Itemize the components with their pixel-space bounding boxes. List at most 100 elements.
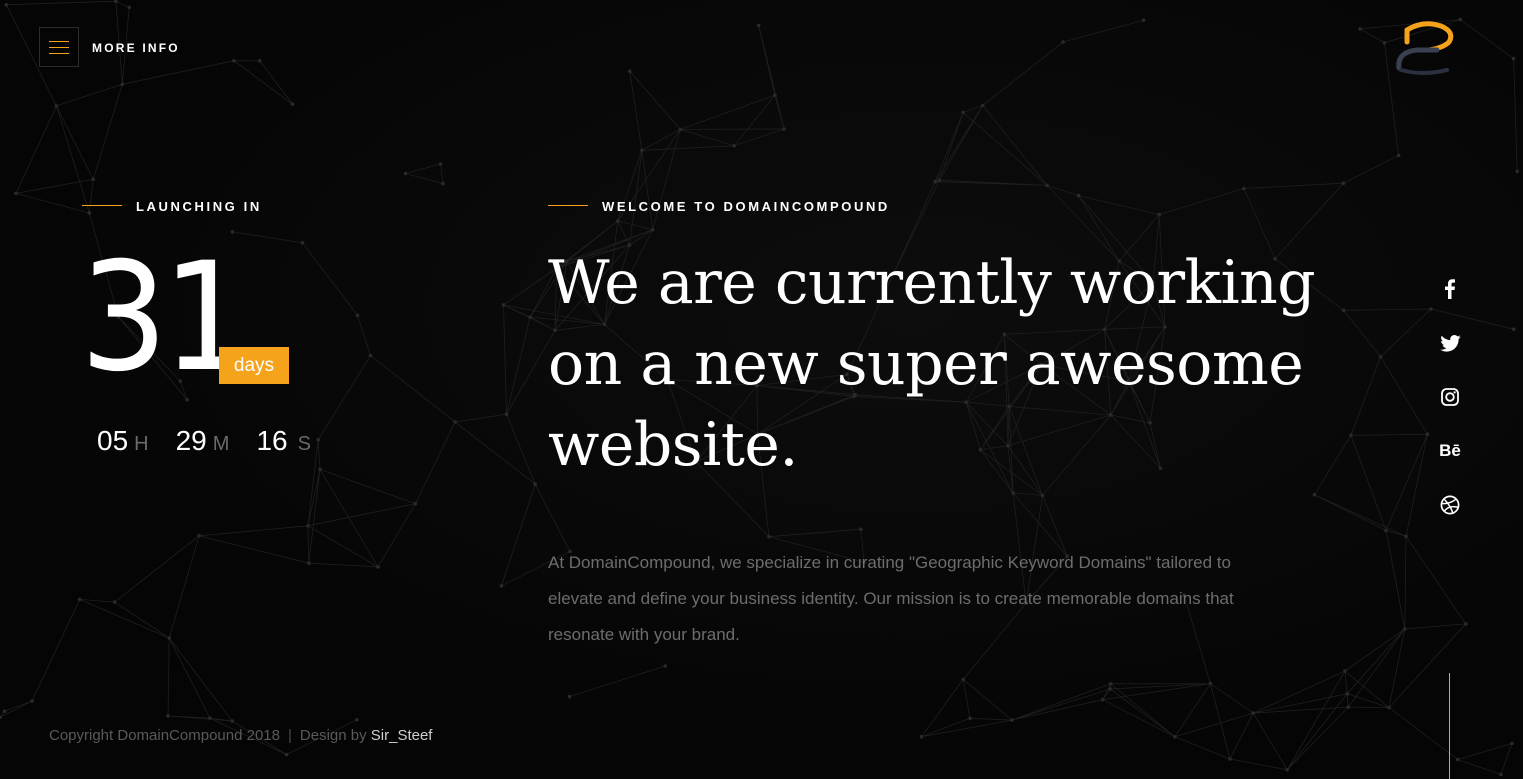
network-node — [663, 664, 668, 668]
network-node — [403, 171, 408, 176]
network-node — [30, 699, 34, 703]
network-node — [1242, 186, 1246, 191]
network-node — [91, 177, 95, 182]
launching-label: LAUNCHING IN — [136, 199, 262, 214]
network-node — [0, 715, 2, 720]
welcome-label: WELCOME TO DOMAINCOMPOUND — [602, 199, 890, 214]
coming-soon-page: MORE INFO LAUNCHING IN 31 days 05 H 29 M… — [0, 0, 1523, 779]
network-node — [732, 144, 736, 148]
network-node — [1510, 741, 1514, 746]
days-badge: days — [219, 347, 289, 384]
network-node — [773, 93, 777, 97]
network-node — [1378, 354, 1383, 359]
network-node — [112, 600, 117, 604]
network-node — [1157, 212, 1161, 217]
network-node — [1346, 705, 1350, 709]
network-node — [937, 178, 942, 182]
countdown-hours: 05 H — [97, 425, 149, 457]
minutes-value: 29 — [175, 425, 207, 456]
network-node — [504, 412, 509, 417]
menu-button[interactable] — [39, 27, 79, 67]
facebook-link[interactable] — [1436, 262, 1464, 316]
network-node — [1228, 757, 1232, 761]
network-node — [166, 714, 170, 718]
network-node — [438, 162, 443, 166]
network-node — [257, 59, 262, 63]
hamburger-icon-line — [49, 46, 69, 48]
launching-eyebrow: LAUNCHING IN — [82, 199, 262, 214]
network-node — [767, 534, 771, 539]
dribbble-link[interactable] — [1436, 478, 1464, 532]
hours-value: 05 — [97, 425, 129, 456]
network-node — [120, 82, 125, 87]
behance-icon: Bē — [1439, 441, 1461, 460]
hours-letter: H — [134, 433, 149, 455]
network-node — [1141, 18, 1146, 23]
copyright-text: Copyright DomainCompound 2018 — [49, 727, 280, 744]
network-node — [307, 561, 311, 565]
network-node — [1343, 669, 1347, 673]
footer: Copyright DomainCompound 2018 | Design by … — [49, 727, 432, 744]
network-node — [1345, 692, 1349, 696]
network-node — [114, 0, 118, 3]
network-node — [1108, 682, 1113, 686]
accent-dash — [548, 205, 588, 207]
seconds-letter: S — [297, 433, 311, 455]
network-node — [980, 103, 985, 108]
network-node — [1251, 711, 1255, 715]
twitter-link[interactable] — [1436, 316, 1464, 370]
network-node — [318, 467, 322, 472]
network-node — [961, 110, 965, 115]
network-node — [1499, 772, 1503, 777]
network-node — [290, 102, 295, 106]
network-node — [306, 524, 310, 528]
network-node — [230, 719, 234, 723]
network-node — [756, 23, 761, 28]
network-node — [355, 313, 360, 318]
network-node — [501, 303, 506, 307]
network-node — [167, 636, 171, 640]
countdown-seconds: 16 S — [256, 425, 311, 457]
more-info-link[interactable]: MORE INFO — [92, 41, 180, 55]
hamburger-icon-line — [49, 52, 69, 54]
network-node — [300, 241, 305, 245]
network-node — [627, 69, 632, 73]
network-node — [1010, 718, 1014, 722]
network-node — [1358, 27, 1362, 31]
network-node — [1384, 528, 1388, 533]
seconds-value: 16 — [256, 425, 288, 456]
network-node — [678, 127, 683, 132]
network-node — [650, 227, 655, 232]
network-node — [197, 534, 201, 538]
network-node — [1108, 687, 1112, 691]
network-node — [1100, 697, 1105, 702]
designer-link[interactable]: Sir_Steef — [371, 727, 433, 744]
network-node — [528, 315, 532, 319]
logo[interactable] — [1393, 20, 1457, 76]
design-by-text: Design by — [299, 727, 367, 744]
network-node — [1515, 169, 1519, 174]
network-node — [232, 58, 236, 63]
welcome-eyebrow: WELCOME TO DOMAINCOMPOUND — [548, 199, 890, 214]
scroll-indicator-line — [1449, 673, 1450, 779]
network-node — [968, 716, 972, 721]
behance-link[interactable]: Bē — [1436, 424, 1464, 478]
network-node — [4, 3, 9, 7]
network-node — [14, 191, 18, 196]
network-node — [441, 181, 445, 186]
network-node — [1076, 193, 1081, 198]
network-node — [1173, 735, 1177, 739]
network-node — [368, 353, 373, 358]
network-node — [1425, 432, 1430, 437]
network-node — [640, 148, 644, 153]
network-node — [1464, 622, 1468, 626]
instagram-link[interactable] — [1436, 370, 1464, 424]
network-node — [933, 179, 937, 184]
network-node — [77, 597, 82, 602]
network-node — [208, 716, 212, 720]
page-headline: We are currently working on a new super … — [548, 248, 1316, 480]
network-node — [1011, 491, 1015, 495]
network-node — [1341, 181, 1346, 185]
about-description: At DomainCompound, we specialize in cura… — [548, 553, 1234, 644]
hamburger-icon — [49, 40, 69, 42]
